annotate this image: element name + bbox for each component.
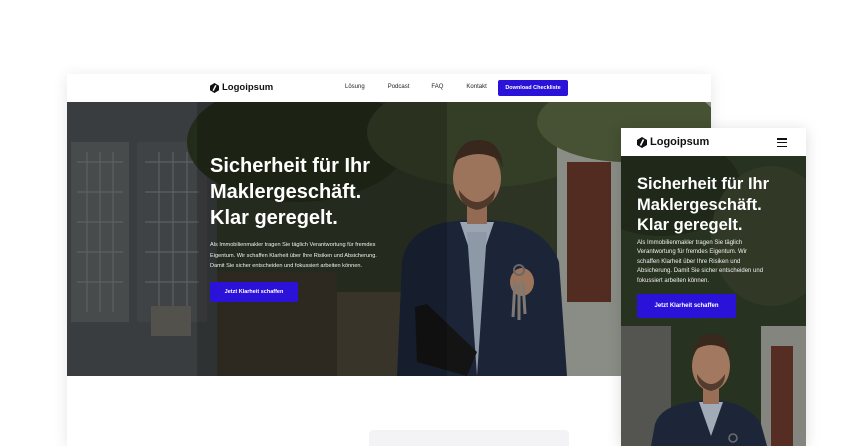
nav-link-podcast[interactable]: Podcast xyxy=(388,84,410,90)
hero-description-line: Als Immobilienmakler tragen Sie täglich … xyxy=(210,242,376,248)
hero-title-line: Klar geregelt. xyxy=(210,207,338,229)
logo-text: Logoipsum xyxy=(650,136,710,148)
mobile-hero: Sicherheit für Ihr Maklergeschäft. Klar … xyxy=(621,156,806,446)
desktop-mockup: Logoipsum Lösung Podcast FAQ Kontakt Dow… xyxy=(67,74,711,446)
hero-description-line: Als Immobilienmakler tragen Sie täglich xyxy=(637,240,743,246)
hero-title-line: Sicherheit für Ihr xyxy=(210,155,371,177)
mobile-hero-cta-button[interactable]: Jetzt Klarheit schaffen xyxy=(637,294,736,318)
hero-title-line: Klar geregelt. xyxy=(637,216,743,234)
hero-title-line: Maklergeschäft. xyxy=(637,195,762,214)
hero-description-line: Absicherung. Damit Sie sicher entscheide… xyxy=(637,268,764,275)
hero-cta-button[interactable]: Jetzt Klarheit schaffen xyxy=(210,282,298,302)
download-checklist-button[interactable]: Download Checkliste xyxy=(498,80,568,96)
mobile-hero-description: Als Immobilienmakler tragen Sie täglich … xyxy=(637,239,791,286)
mobile-logo[interactable]: Logoipsum xyxy=(637,136,709,148)
hero-description-line: schaffen Klarheit über Ihre Risiken und xyxy=(637,258,741,265)
desktop-next-section xyxy=(67,376,711,446)
logo-text: Logoipsum xyxy=(222,82,274,93)
logo-icon xyxy=(637,136,647,148)
logo-icon xyxy=(210,82,219,93)
hero-description-line: Eigentum. Wir schaffen Klarheit über Ihr… xyxy=(210,252,377,259)
nav-link-loesung[interactable]: Lösung xyxy=(345,84,365,90)
mobile-navbar: Logoipsum xyxy=(621,128,806,156)
hero-description: Als Immobilienmakler tragen Sie täglich … xyxy=(210,240,420,272)
desktop-logo[interactable]: Logoipsum xyxy=(210,82,273,93)
mobile-mockup: Logoipsum Sicherheit für Ihr Maklergesch… xyxy=(621,128,806,446)
desktop-nav-links: Lösung Podcast FAQ Kontakt xyxy=(345,84,487,90)
hero-description-line: fokussiert arbeiten können. xyxy=(637,277,710,284)
desktop-hero: Sicherheit für Ihr Maklergeschäft. Klar … xyxy=(67,102,711,376)
hero-photo xyxy=(67,102,711,376)
hero-description-line: Verantwortung für fremdes Eigentum. Wir xyxy=(637,249,748,256)
mobile-hero-title: Sicherheit für Ihr Maklergeschäft. Klar … xyxy=(637,174,797,236)
hero-title-line: Maklergeschäft. xyxy=(210,181,362,203)
desktop-navbar: Logoipsum Lösung Podcast FAQ Kontakt Dow… xyxy=(67,74,711,102)
hero-title-line: Sicherheit für Ihr xyxy=(637,175,770,193)
nav-link-kontakt[interactable]: Kontakt xyxy=(466,84,486,90)
nav-link-faq[interactable]: FAQ xyxy=(431,84,443,90)
hero-title: Sicherheit für Ihr Maklergeschäft. Klar … xyxy=(210,153,430,231)
section-card-preview xyxy=(369,430,569,446)
hamburger-menu-icon[interactable] xyxy=(777,138,787,148)
hero-description-line: Damit Sie sicher entscheiden und fokussi… xyxy=(210,263,363,269)
